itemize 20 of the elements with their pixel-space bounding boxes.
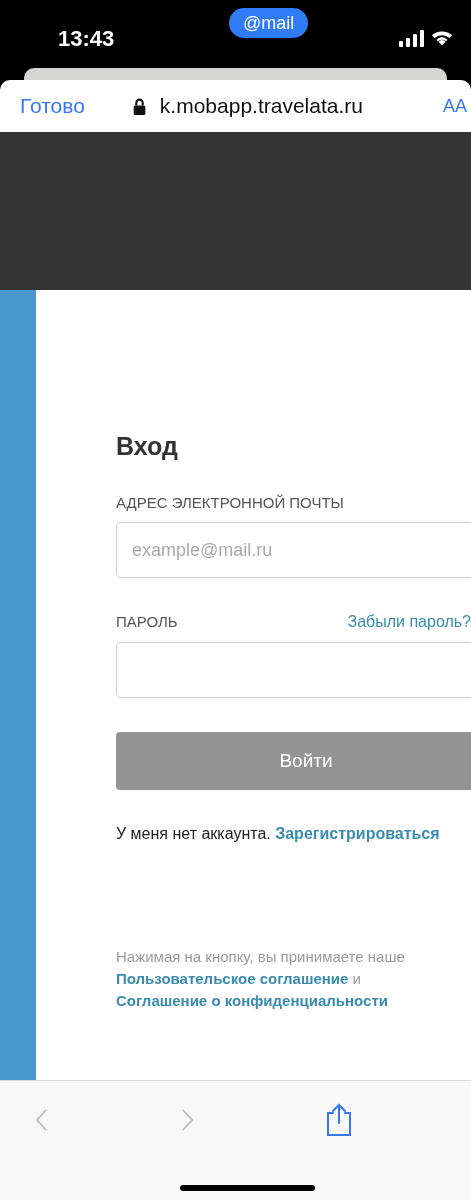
privacy-agreement-link[interactable]: Соглашение о конфиденциальности — [116, 992, 388, 1009]
login-title: Вход — [116, 431, 179, 462]
user-agreement-link[interactable]: Пользовательское соглашение — [116, 970, 349, 987]
signal-icon — [399, 29, 425, 47]
forgot-password-link[interactable]: Забыли пароль? — [347, 610, 471, 634]
email-field[interactable]: example@mail.ru — [116, 522, 471, 578]
status-time: 13:43 — [58, 24, 115, 53]
url-text[interactable]: k.mobapp.travelata.ru — [159, 90, 363, 122]
signup-link[interactable]: Зарегистрироваться — [275, 825, 440, 842]
password-label: ПАРОЛЬ — [116, 611, 178, 632]
text-size-button[interactable]: AA — [443, 92, 467, 120]
wifi-icon — [431, 29, 453, 47]
share-icon[interactable] — [325, 1103, 354, 1137]
email-label: АДРЕС ЭЛЕКТРОННОЙ ПОЧТЫ — [116, 492, 345, 513]
lock-icon — [132, 97, 146, 115]
password-field[interactable] — [116, 642, 471, 698]
app-pill[interactable]: @mail — [229, 8, 309, 38]
done-button[interactable]: Готово — [20, 90, 85, 122]
terms-text: Нажимая на кнопку, вы принимаете наше Пользовательское соглашение и Соглашение о конфиденциальности — [116, 947, 406, 1011]
signup-text: У меня нет аккаунта. Зарегистрироваться — [116, 824, 441, 844]
